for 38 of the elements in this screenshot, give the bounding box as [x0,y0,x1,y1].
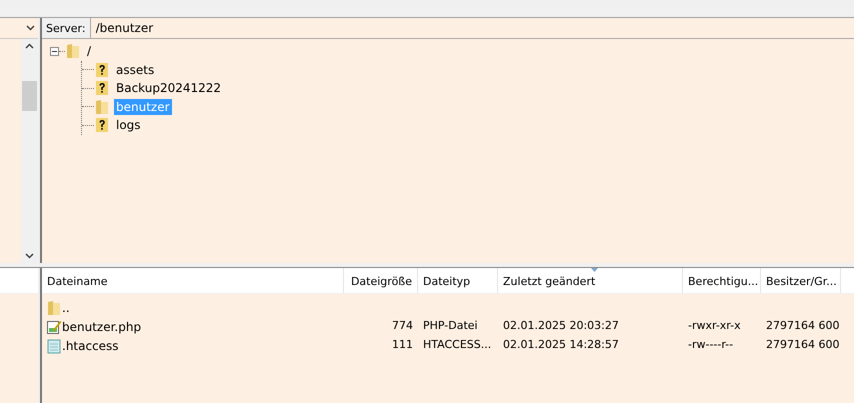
table-cell-text: PHP-Datei [423,318,478,334]
folder-icon [46,300,62,316]
table-cell-text: 02.01.2025 20:03:27 [503,318,619,334]
table-cell-text: 2797164 600 [766,337,840,354]
folder-icon [94,98,110,115]
column-header[interactable]: Dateiname [42,268,344,293]
folder-icon [65,43,81,60]
table-cell-text: 2797164 600 [766,318,840,334]
tree-item[interactable]: Backup20241222 [114,80,224,96]
column-header[interactable]: Berechtigu... [683,268,761,293]
table-cell-text: 774 [392,318,413,334]
column-header[interactable]: Zuletzt geändert [498,268,683,293]
chevron-down-icon [25,253,34,259]
tree-item[interactable]: / [85,43,94,60]
table-cell-text: 111 [392,337,413,354]
table-cell-text: -rwxr-xr-x [688,318,741,334]
script-file-icon [46,318,62,334]
file-name[interactable]: .. [62,298,70,316]
collapse-icon[interactable] [50,46,59,56]
tree-item[interactable]: logs [114,117,143,134]
chevron-up-icon [25,43,34,49]
file-name[interactable]: .htaccess [62,336,119,354]
remote-path-field[interactable]: /benutzer [90,18,854,38]
table-cell-text: HTACCESS... [423,337,492,354]
table-cell-text: -rw----r-- [688,337,734,354]
table-cell-text: 02.01.2025 14:28:57 [503,337,619,354]
unknown-file-icon [94,80,110,96]
scrollbar-thumb[interactable] [22,81,37,111]
local-path-combobox[interactable] [0,18,38,39]
tree-item[interactable]: assets [114,62,156,78]
column-header[interactable]: Besitzer/Gr... [761,268,841,293]
column-header[interactable]: Dateityp [418,268,498,293]
chevron-down-icon [26,25,35,31]
column-header[interactable]: Dateigröße [344,268,418,293]
file-name[interactable]: benutzer.php [62,318,142,336]
unknown-file-icon [94,62,110,78]
unknown-file-icon [94,117,110,134]
text-file-icon [46,338,62,354]
